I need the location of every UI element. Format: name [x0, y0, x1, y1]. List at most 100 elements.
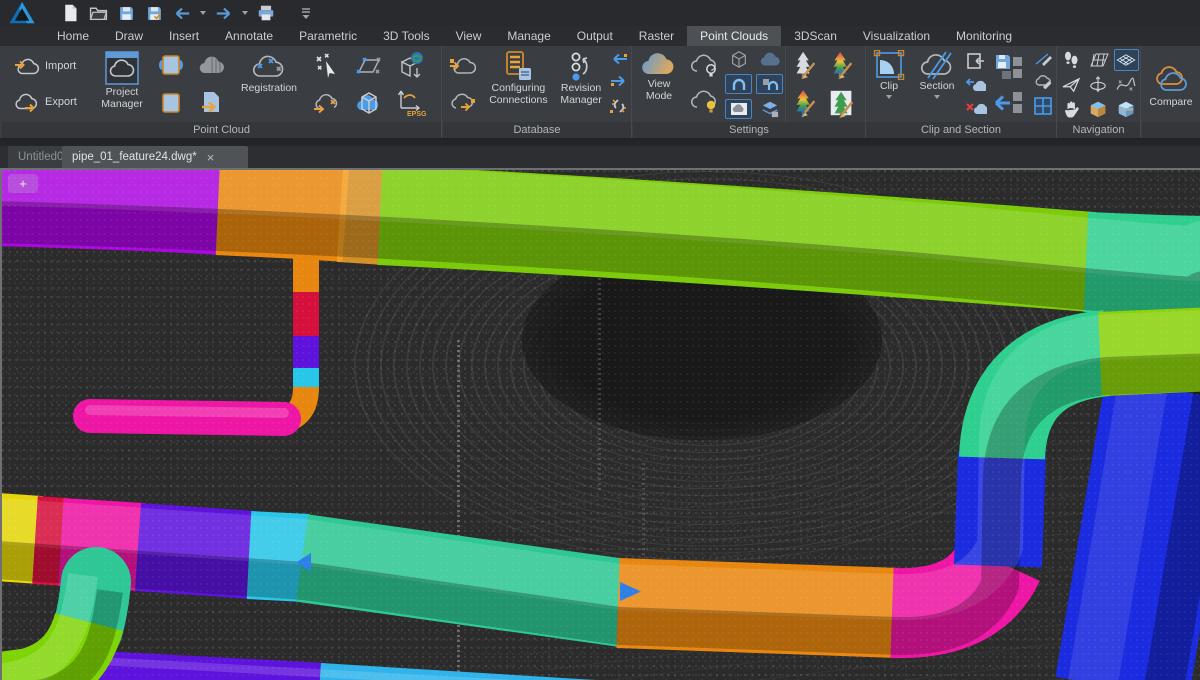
flat-mode-button-active[interactable]: [1114, 49, 1139, 71]
save-as-button[interactable]: [142, 2, 166, 24]
db-push-button[interactable]: [610, 75, 628, 87]
ribbon-tab-parametric[interactable]: Parametric: [286, 26, 370, 46]
ribbon-tab-draw[interactable]: Draw: [102, 26, 156, 46]
ribbon-tab-insert[interactable]: Insert: [156, 26, 212, 46]
show-images-toggle[interactable]: [725, 99, 752, 119]
orbit-icon: [1089, 76, 1107, 94]
view-cube-iso-button[interactable]: [1116, 99, 1136, 119]
redo-button[interactable]: [212, 2, 236, 24]
show-regions-toggle[interactable]: [756, 74, 783, 94]
cloud-lighting-off-button[interactable]: [688, 53, 720, 79]
tab-close-icon[interactable]: ×: [205, 151, 217, 164]
clipboard-cloud-button[interactable]: [158, 52, 184, 78]
section-button[interactable]: Section: [912, 46, 962, 122]
spline-path-button[interactable]: [1116, 76, 1136, 94]
clip-inside-button[interactable]: [966, 52, 986, 70]
select-points-button[interactable]: [313, 50, 341, 80]
ribbon-tab-3d-tools[interactable]: 3D Tools: [370, 26, 442, 46]
registration-button[interactable]: Registration: [232, 46, 306, 122]
ribbon-tab-monitoring[interactable]: Monitoring: [943, 26, 1025, 46]
fit-plane-button[interactable]: [354, 50, 384, 80]
db-pull-button[interactable]: [610, 53, 628, 65]
pipe-top-main[interactable]: [2, 178, 1200, 298]
surface-mode-button[interactable]: [1087, 49, 1109, 71]
export-cloud-icon: [14, 92, 40, 113]
chevron-down-icon[interactable]: [886, 95, 892, 99]
section-window-button[interactable]: [1033, 96, 1053, 116]
point-density-button[interactable]: [758, 49, 782, 69]
restore-clip-state-button[interactable]: [994, 90, 1026, 116]
pipe-foreground-elbow[interactable]: [2, 575, 110, 680]
document-tab-pipe-dwg[interactable]: pipe_01_feature24.dwg* ×: [62, 146, 248, 168]
import-button[interactable]: Import: [10, 54, 80, 79]
clip-restore-button[interactable]: [966, 77, 986, 93]
project-manager-button[interactable]: Project Manager: [94, 46, 150, 122]
cloud-transform-button[interactable]: [312, 88, 342, 118]
cloud-from-db-button[interactable]: [448, 54, 478, 78]
export-button[interactable]: Export: [10, 90, 81, 115]
colorize-single-button[interactable]: [791, 50, 819, 80]
pipe-bottom-thin[interactable]: [62, 659, 644, 680]
configuring-connections-button[interactable]: Configuring Connections: [482, 46, 554, 122]
revision-manager-button[interactable]: Revision Manager: [555, 46, 608, 122]
cloud-to-db-button[interactable]: [448, 90, 478, 114]
redo-dropdown-button[interactable]: [240, 2, 250, 24]
cloud-clip-box-button[interactable]: [354, 88, 384, 118]
viewport-controls-button[interactable]: +: [8, 174, 38, 193]
layers-button[interactable]: [759, 99, 781, 119]
open-file-button[interactable]: [86, 2, 110, 24]
ribbon-tab-manage[interactable]: Manage: [494, 26, 563, 46]
chevron-down-icon[interactable]: [934, 95, 940, 99]
colorize-elevation-button[interactable]: [828, 50, 856, 80]
white-tree-brush-icon: [791, 50, 819, 80]
pipe-drop-branch[interactable]: [90, 258, 306, 420]
fly-mode-button[interactable]: [1062, 76, 1080, 94]
paper-plane-icon: [1062, 77, 1080, 93]
walk-mode-button[interactable]: [1063, 49, 1079, 71]
cloud-lighting-on-button[interactable]: [688, 89, 720, 115]
clip-remove-button[interactable]: [965, 100, 987, 116]
sketch-section-button[interactable]: [1033, 73, 1053, 89]
colorize-rgb-button[interactable]: [828, 88, 856, 118]
ribbon-tab-point-clouds[interactable]: Point Clouds: [687, 26, 781, 46]
epsg-axes-icon: EPSG: [396, 88, 426, 118]
measure-section-button[interactable]: [1034, 52, 1052, 66]
cloud-back-icon: [966, 77, 986, 93]
customize-toolbar-button[interactable]: [294, 2, 318, 24]
page-convert-button[interactable]: [199, 90, 225, 116]
drawing-viewport[interactable]: +: [0, 168, 1200, 680]
ribbon-tab-annotate[interactable]: Annotate: [212, 26, 286, 46]
clip-button[interactable]: Clip: [866, 46, 912, 122]
epsg-coordinate-button[interactable]: EPSG: [396, 88, 426, 118]
undo-button[interactable]: [170, 2, 194, 24]
ribbon-tab-3dscan[interactable]: 3DScan: [781, 26, 850, 46]
clipboard-plain-button[interactable]: [158, 90, 184, 116]
new-file-button[interactable]: [58, 2, 82, 24]
colorize-intensity-button[interactable]: [791, 88, 819, 118]
ribbon-tab-view[interactable]: View: [443, 26, 495, 46]
ribbon-tab-home[interactable]: Home: [44, 26, 102, 46]
pipe-lower-main[interactable]: [2, 333, 1200, 636]
view-cube-front-button[interactable]: [1088, 99, 1108, 119]
undo-dropdown-button[interactable]: [198, 2, 208, 24]
georeference-button[interactable]: [396, 50, 426, 80]
app-logo-icon[interactable]: [0, 0, 44, 26]
print-button[interactable]: [254, 2, 278, 24]
point-cloud-gray-button[interactable]: [198, 52, 226, 78]
show-scans-toggle[interactable]: [725, 74, 752, 94]
ribbon-tab-output[interactable]: Output: [564, 26, 626, 46]
orbit-button[interactable]: [1089, 76, 1107, 94]
pipe-right-edge-blue[interactable]: [1092, 390, 1200, 680]
view-mode-button[interactable]: View Mode: [633, 46, 685, 122]
ribbon-tab-visualization[interactable]: Visualization: [850, 26, 943, 46]
compare-button[interactable]: Compare: [1142, 46, 1200, 122]
ribbon-tab-raster[interactable]: Raster: [626, 26, 687, 46]
save-button[interactable]: [114, 2, 138, 24]
clip-label: Clip: [880, 80, 898, 92]
wire-cube-icon: [728, 49, 750, 69]
disconnect-button[interactable]: [609, 97, 629, 115]
bounding-box-button[interactable]: [728, 49, 750, 69]
save-clip-state-button[interactable]: [994, 53, 1026, 81]
pan-button[interactable]: [1063, 99, 1079, 119]
cube-blue-icon: [1116, 99, 1136, 119]
